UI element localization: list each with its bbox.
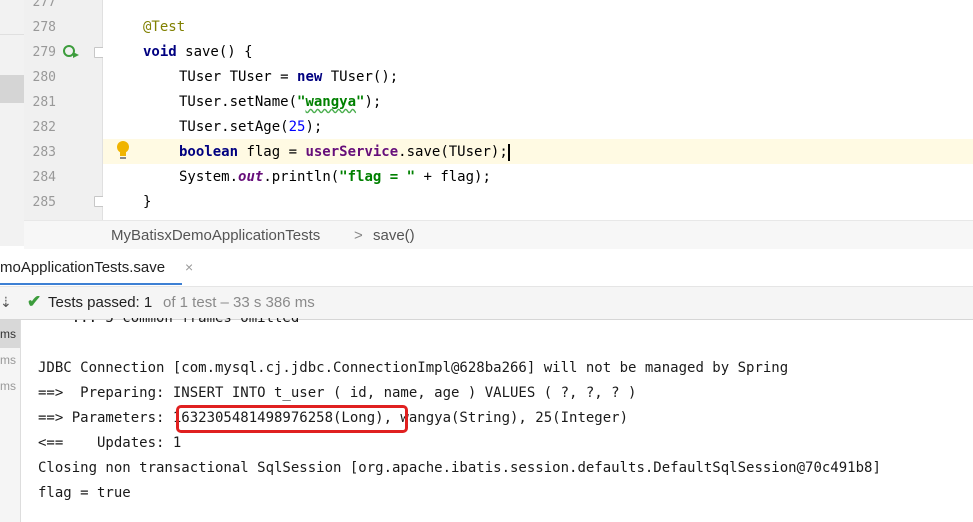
code-line-282[interactable]: TUser.setAge(25); bbox=[179, 115, 322, 140]
code-line-285[interactable]: } bbox=[143, 190, 151, 215]
line-number: 278 bbox=[32, 20, 56, 35]
line-number: 281 bbox=[32, 95, 56, 110]
test-status-bar: ⇣ ✔ Tests passed: 1 of 1 test – 33 s 386… bbox=[0, 287, 973, 320]
line-number: 280 bbox=[32, 70, 56, 85]
code-line-280[interactable]: TUser TUser = new TUser(); bbox=[179, 65, 398, 90]
code-text: ); bbox=[364, 94, 382, 110]
console-line: JDBC Connection [com.mysql.cj.jdbc.Conne… bbox=[38, 360, 789, 376]
static-field: out bbox=[238, 169, 264, 185]
breadcrumb: MyBatisxDemoApplicationTests > save() bbox=[24, 220, 973, 250]
test-duration[interactable]: ms bbox=[0, 379, 16, 393]
test-duration[interactable]: ms bbox=[0, 327, 16, 341]
breadcrumb-class[interactable]: MyBatisxDemoApplicationTests bbox=[111, 227, 320, 244]
code-text: flag = bbox=[238, 144, 306, 160]
code-text: TUser TUser = bbox=[179, 69, 298, 85]
code-text: TUser(); bbox=[322, 69, 399, 85]
breadcrumb-separator-icon: > bbox=[354, 227, 363, 244]
lightbulb-icon[interactable] bbox=[116, 140, 130, 162]
run-tab-label[interactable]: moApplicationTests.save bbox=[0, 259, 165, 276]
tests-passed-label: Tests passed: 1 bbox=[48, 294, 153, 311]
code-line-279[interactable]: void save() { bbox=[143, 40, 253, 65]
project-tree-panel[interactable] bbox=[0, 0, 25, 246]
highlight-annotation-box bbox=[176, 405, 408, 433]
annotation: @Test bbox=[143, 19, 186, 35]
line-number: 277 bbox=[32, 0, 56, 10]
project-tree-selected-row[interactable] bbox=[0, 75, 24, 103]
keyword: void bbox=[143, 44, 177, 60]
number-literal: 25 bbox=[288, 119, 306, 135]
toolbar-icon[interactable]: ⇣ bbox=[0, 294, 12, 311]
breadcrumb-method[interactable]: save() bbox=[373, 227, 415, 244]
code-line-281[interactable]: TUser.setName("wangya"); bbox=[179, 90, 381, 115]
close-icon[interactable]: × bbox=[185, 259, 193, 275]
run-tool-window-tabs: moApplicationTests.save × bbox=[0, 249, 973, 287]
keyword: boolean bbox=[179, 144, 239, 160]
code-text: TUser.setAge( bbox=[179, 119, 289, 135]
project-tree-divider bbox=[0, 34, 24, 35]
code-line-283[interactable]: boolean flag = userService.save(TUser); bbox=[179, 140, 510, 165]
line-number: 285 bbox=[32, 195, 56, 210]
string-literal: wangya bbox=[305, 94, 357, 110]
field-reference: userService bbox=[305, 144, 399, 160]
check-icon: ✔ bbox=[27, 292, 42, 311]
text-caret bbox=[507, 143, 510, 161]
code-text: .save(TUser); bbox=[398, 144, 508, 160]
run-test-icon[interactable] bbox=[62, 43, 80, 59]
console-line: ==> Preparing: INSERT INTO t_user ( id, … bbox=[38, 385, 637, 401]
console-line: flag = true bbox=[38, 485, 131, 501]
code-text: .println( bbox=[263, 169, 340, 185]
console-line: <== Updates: 1 bbox=[38, 435, 182, 451]
code-text: save() { bbox=[176, 44, 253, 60]
line-number: 279 bbox=[32, 45, 56, 60]
line-number: 282 bbox=[32, 120, 56, 135]
code-line-284[interactable]: System.out.println("flag = " + flag); bbox=[179, 165, 491, 190]
code-line-278[interactable]: @Test bbox=[143, 15, 185, 40]
keyword: new bbox=[297, 69, 323, 85]
console-line: Closing non transactional SqlSession [or… bbox=[38, 460, 881, 476]
string-literal: "flag = " bbox=[339, 169, 416, 185]
code-text: + flag); bbox=[415, 169, 491, 185]
code-text: ); bbox=[305, 119, 323, 135]
test-tree-panel[interactable] bbox=[0, 320, 21, 522]
line-number: 284 bbox=[32, 170, 56, 185]
code-text: } bbox=[143, 194, 152, 210]
test-duration[interactable]: ms bbox=[0, 353, 16, 367]
active-tab-indicator bbox=[0, 283, 182, 285]
line-number: 283 bbox=[32, 145, 56, 160]
code-text: System. bbox=[179, 169, 239, 185]
code-text: TUser.setName( bbox=[179, 94, 298, 110]
tests-passed-detail: of 1 test – 33 s 386 ms bbox=[163, 294, 315, 311]
